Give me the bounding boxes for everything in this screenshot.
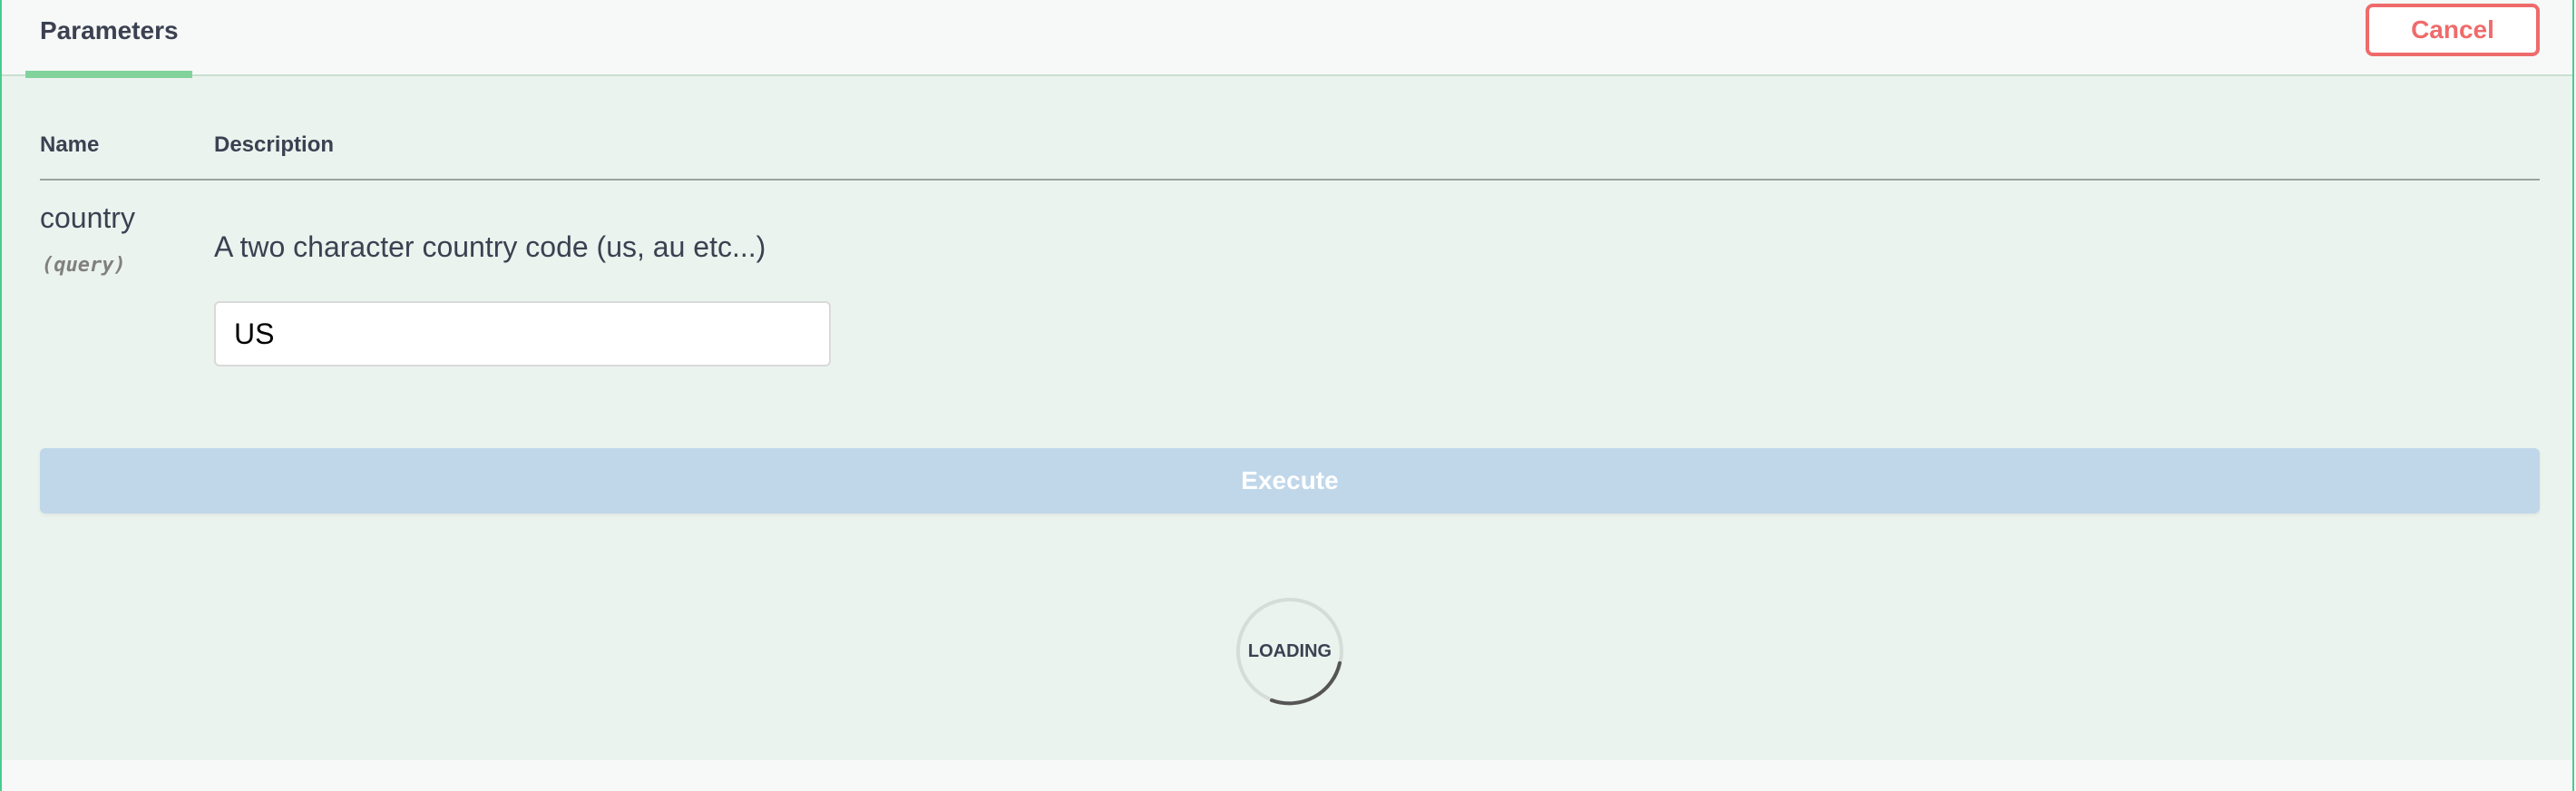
execute-button[interactable]: Execute (40, 448, 2540, 513)
loading-spinner: LOADING (1235, 597, 1344, 706)
try-it-out-panel: Parameters Cancel Name Description count… (0, 0, 2574, 791)
column-header-name: Name (40, 132, 100, 157)
cancel-button[interactable]: Cancel (2366, 4, 2540, 56)
parameter-name: country (40, 201, 135, 234)
country-input[interactable] (214, 301, 831, 366)
tab-parameters[interactable]: Parameters (25, 0, 192, 78)
panel-footer (2, 760, 2572, 791)
tab-parameters-label: Parameters (40, 16, 179, 44)
panel-header: Parameters Cancel (2, 0, 2572, 78)
parameter-description: A two character country code (us, au etc… (214, 230, 766, 263)
parameter-location: (query) (42, 254, 126, 277)
loading-label: LOADING (1247, 640, 1332, 661)
column-header-description: Description (214, 132, 335, 157)
table-header-divider (40, 179, 2540, 181)
